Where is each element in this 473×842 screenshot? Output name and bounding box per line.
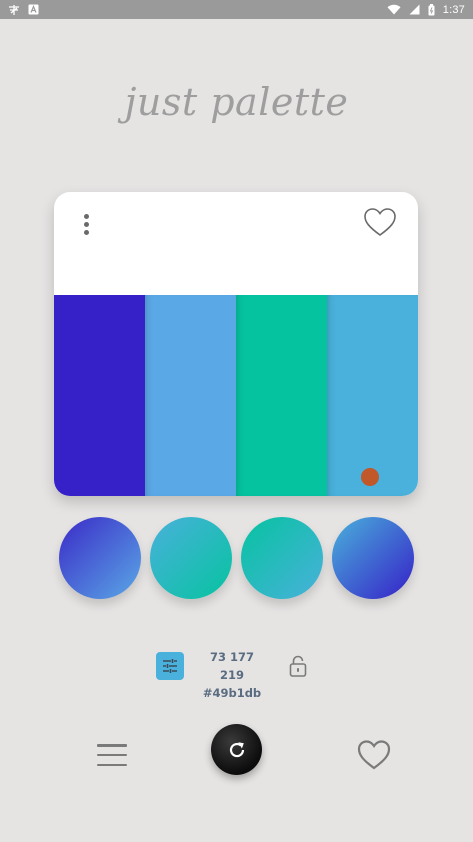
hex-value: #49b1db xyxy=(202,686,262,700)
gradient-circle-4[interactable] xyxy=(332,517,414,599)
adjust-color-button[interactable] xyxy=(156,652,184,680)
battery-icon xyxy=(428,3,435,16)
color-swatches xyxy=(54,295,418,496)
swatch-1[interactable] xyxy=(54,295,145,496)
gradient-circle-3[interactable] xyxy=(241,517,323,599)
gradient-circle-2[interactable] xyxy=(150,517,232,599)
palette-card xyxy=(54,192,418,496)
color-values: 73 177 219 #49b1db xyxy=(196,648,268,702)
swatch-2[interactable] xyxy=(145,295,236,496)
swatch-4[interactable] xyxy=(327,295,418,496)
sliders-icon xyxy=(163,659,177,673)
refresh-button[interactable] xyxy=(211,724,262,775)
status-bar: 1:37 xyxy=(0,0,473,19)
color-info: 73 177 219 #49b1db xyxy=(0,648,473,700)
signal-icon xyxy=(409,4,420,15)
lock-icon[interactable] xyxy=(288,654,308,678)
app-notification-icon xyxy=(8,4,20,16)
selected-swatch-indicator xyxy=(361,468,379,486)
favorites-nav-icon[interactable] xyxy=(356,738,392,772)
menu-icon[interactable] xyxy=(97,744,127,766)
swatch-3[interactable] xyxy=(236,295,327,496)
text-notification-icon xyxy=(28,4,39,15)
wifi-icon xyxy=(387,4,401,15)
more-options-icon[interactable] xyxy=(78,210,94,238)
card-header xyxy=(54,192,418,295)
rgb-value: 73 177 219 xyxy=(209,650,254,682)
gradient-circle-1[interactable] xyxy=(59,517,141,599)
refresh-icon xyxy=(229,741,244,757)
favorite-heart-icon[interactable] xyxy=(363,206,397,240)
clock: 1:37 xyxy=(442,3,465,16)
app-title: just palette xyxy=(124,80,349,124)
gradient-row xyxy=(59,517,415,599)
